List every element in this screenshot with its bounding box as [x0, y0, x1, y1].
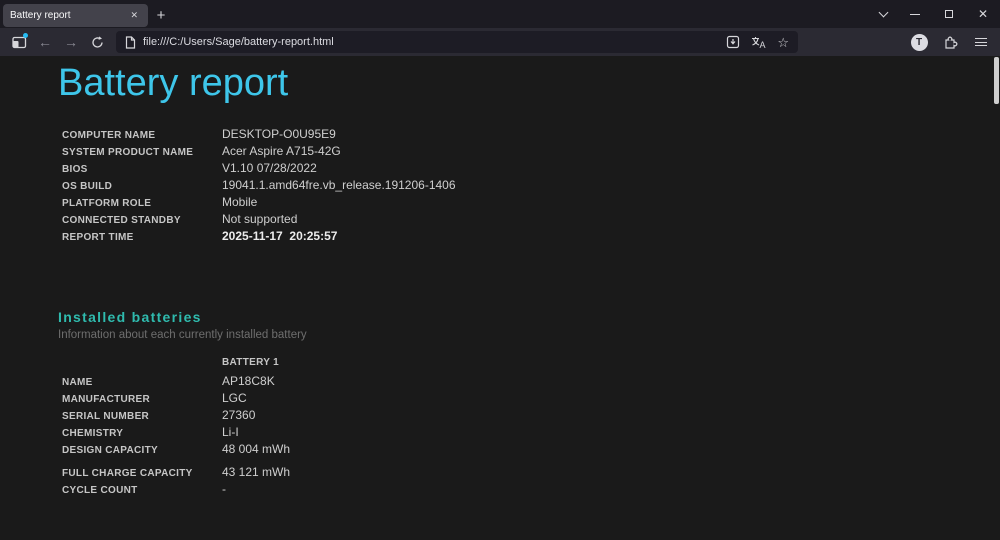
reload-button[interactable] [84, 30, 110, 54]
row-value: - [222, 482, 226, 496]
table-row: BIOS V1.10 07/28/2022 [0, 161, 1000, 178]
hamburger-icon [975, 38, 987, 46]
row-value: Not supported [222, 212, 298, 226]
row-value: 19041.1.amd64fre.vb_release.191206-1406 [222, 178, 456, 192]
row-label: CYCLE COUNT [62, 485, 138, 496]
row-label: SERIAL NUMBER [62, 411, 150, 422]
row-value: Acer Aspire A715-42G [222, 144, 341, 158]
save-page-icon[interactable] [726, 35, 740, 49]
url-input[interactable]: file:///C:/Users/Sage/battery-report.htm… [143, 36, 726, 48]
table-row: COMPUTER NAME DESKTOP-O0U95E9 [0, 127, 1000, 144]
address-bar[interactable]: file:///C:/Users/Sage/battery-report.htm… [116, 31, 798, 53]
row-label: CHEMISTRY [62, 428, 124, 439]
row-label: FULL CHARGE CAPACITY [62, 468, 193, 479]
account-button[interactable]: T [906, 30, 932, 54]
bookmark-star-icon[interactable]: ☆ [777, 36, 789, 49]
close-window-button[interactable]: ✕ [966, 0, 1000, 28]
row-value: Li-I [222, 425, 239, 439]
table-row: MANUFACTURER LGC [0, 391, 1000, 408]
row-value: AP18C8K [222, 374, 275, 388]
row-label: REPORT TIME [62, 232, 134, 243]
table-row: CONNECTED STANDBY Not supported [0, 212, 1000, 229]
urlbar-actions: A ☆ [726, 35, 789, 49]
tab-list-button[interactable] [868, 0, 898, 28]
browser-window: Battery report ✕ + ✕ ← → file:///C:/User… [0, 0, 1000, 540]
avatar: T [910, 33, 928, 51]
page-file-icon [125, 35, 136, 49]
reload-icon [91, 35, 103, 48]
row-value: 48 004 mWh [222, 442, 291, 456]
table-row: OS BUILD 19041.1.amd64fre.vb_release.191… [0, 178, 1000, 195]
back-button[interactable]: ← [32, 30, 58, 54]
tab-battery-report[interactable]: Battery report ✕ [3, 4, 148, 27]
section-subtitle: Information about each currently install… [58, 329, 307, 341]
row-value: LGC [222, 391, 247, 405]
svg-text:A: A [760, 40, 766, 49]
browser-toolbar: ← → file:///C:/Users/Sage/battery-report… [0, 28, 1000, 56]
back-icon: ← [38, 34, 52, 50]
row-label: NAME [62, 377, 93, 388]
table-row: SERIAL NUMBER 27360 [0, 408, 1000, 425]
table-row: CYCLE COUNT - [0, 482, 1000, 499]
section-heading: Installed batteries [58, 309, 202, 325]
maximize-restore-button[interactable] [932, 0, 966, 28]
row-label: BIOS [62, 164, 88, 175]
row-label: COMPUTER NAME [62, 130, 156, 141]
restore-icon [945, 7, 958, 18]
system-info-table: COMPUTER NAME DESKTOP-O0U95E9 SYSTEM PRO… [0, 127, 1000, 246]
row-label: OS BUILD [62, 181, 113, 192]
table-row: FULL CHARGE CAPACITY 43 121 mWh [0, 465, 1000, 482]
extensions-button[interactable] [937, 30, 963, 54]
row-value: DESKTOP-O0U95E9 [222, 127, 336, 141]
toolbar-right-group: T [906, 30, 994, 54]
table-row: REPORT TIME 2025-11-17 20:25:57 [0, 229, 1000, 246]
new-tab-button[interactable]: + [148, 4, 174, 27]
forward-icon: → [64, 34, 78, 50]
table-row: NAME AP18C8K [0, 374, 1000, 391]
row-label: CONNECTED STANDBY [62, 215, 181, 226]
minimize-icon [910, 13, 920, 15]
page-content: Battery report COMPUTER NAME DESKTOP-O0U… [0, 56, 1000, 540]
row-value: 27360 [222, 408, 256, 422]
row-label: DESIGN CAPACITY [62, 445, 158, 456]
installed-batteries-section: Installed batteries Information about ea… [0, 309, 1000, 341]
page-title: Battery report [58, 62, 289, 104]
row-value: 43 121 mWh [222, 465, 291, 479]
scrollbar-thumb[interactable] [994, 57, 999, 104]
row-value: 2025-11-17 20:25:57 [222, 229, 338, 243]
row-label: SYSTEM PRODUCT NAME [62, 147, 194, 158]
table-row: PLATFORM ROLE Mobile [0, 195, 1000, 212]
minimize-button[interactable] [898, 0, 932, 28]
row-label: MANUFACTURER [62, 394, 151, 405]
sidebar-toggle-button[interactable] [6, 30, 32, 54]
translate-icon[interactable]: A [751, 36, 766, 49]
row-value: V1.10 07/28/2022 [222, 161, 317, 175]
tab-bar: Battery report ✕ + ✕ [0, 0, 1000, 28]
chevron-down-icon [878, 7, 888, 17]
row-label: PLATFORM ROLE [62, 198, 152, 209]
table-row: DESIGN CAPACITY 48 004 mWh [0, 442, 1000, 459]
table-row: CHEMISTRY Li-I [0, 425, 1000, 442]
battery-table-header: BATTERY 1 [0, 357, 1000, 374]
tab-close-icon[interactable]: ✕ [127, 9, 141, 22]
menu-button[interactable] [968, 30, 994, 54]
notification-dot [23, 33, 28, 38]
battery-table: BATTERY 1 NAME AP18C8K MANUFACTURER LGC … [0, 357, 1000, 499]
battery-column-header: BATTERY 1 [222, 357, 279, 368]
puzzle-piece-icon [944, 36, 957, 49]
window-controls: ✕ [868, 0, 1000, 28]
tab-title: Battery report [10, 10, 71, 21]
table-row: SYSTEM PRODUCT NAME Acer Aspire A715-42G [0, 144, 1000, 161]
row-value: Mobile [222, 195, 258, 209]
forward-button[interactable]: → [58, 30, 84, 54]
close-icon: ✕ [977, 7, 989, 21]
